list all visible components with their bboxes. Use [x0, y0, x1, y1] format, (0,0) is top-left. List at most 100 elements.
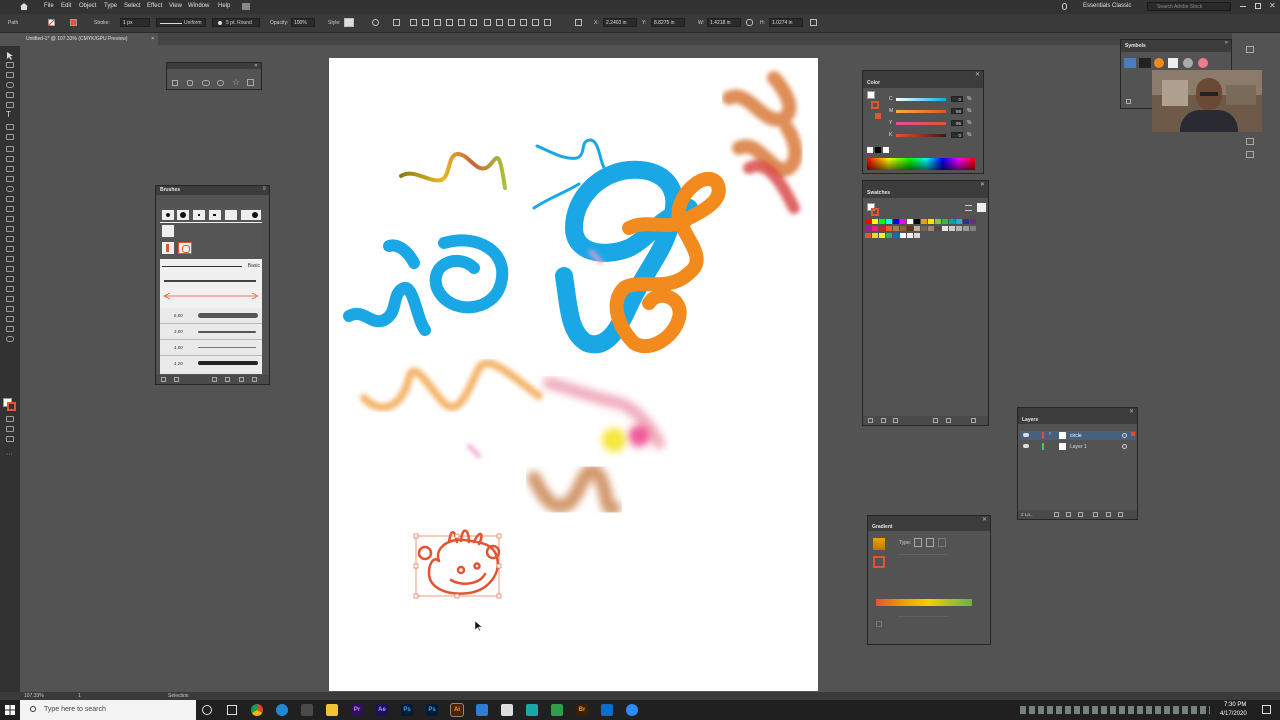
polygon-shape-icon[interactable] [217, 80, 224, 86]
shaper-tool-icon[interactable] [6, 156, 14, 162]
basic-brush-row[interactable]: Basic [160, 262, 262, 271]
layer1-visibility-icon[interactable] [1023, 444, 1029, 448]
direct-selection-tool-icon[interactable] [6, 62, 14, 68]
screen-mode-icon[interactable] [6, 436, 14, 442]
chrome-icon[interactable] [251, 704, 263, 716]
app-premiere-icon[interactable]: Pr [351, 704, 363, 716]
radial-gradient-button[interactable] [926, 538, 934, 547]
reference-point-icon[interactable] [575, 19, 582, 26]
arrow-brush-row[interactable] [160, 292, 262, 301]
zoom-tool-icon[interactable] [6, 336, 14, 342]
minimize-window-button[interactable] [1240, 6, 1246, 7]
pen-tool-icon[interactable] [6, 92, 14, 98]
bristle-brush-item-1[interactable]: 6.00 [160, 308, 262, 324]
color-mode-icon[interactable] [6, 416, 14, 422]
home-icon[interactable] [20, 3, 28, 10]
black-slider[interactable] [896, 134, 946, 137]
distribute-hcenter-icon[interactable] [532, 19, 539, 26]
selection-tool-icon[interactable] [6, 52, 14, 60]
brush-options-icon[interactable] [225, 377, 230, 382]
swap-fill-stroke-icon[interactable] [6, 346, 14, 352]
brush-libraries-icon[interactable] [161, 377, 166, 382]
swatches-grid[interactable] [865, 219, 977, 265]
drawing-mode-icon[interactable] [6, 426, 14, 432]
symbol-blue-banner[interactable] [1124, 58, 1136, 68]
swatch-chip[interactable] [935, 219, 941, 224]
perspective-grid-tool-icon[interactable] [6, 236, 14, 242]
artboard[interactable] [329, 58, 818, 691]
swatch-chip[interactable] [879, 219, 885, 224]
brushes-menu-icon[interactable]: ≡ [262, 186, 266, 192]
magic-wand-tool-icon[interactable] [6, 72, 14, 78]
swatch-chip[interactable] [942, 219, 948, 224]
edge-icon[interactable] [276, 704, 288, 716]
flare-shape-icon[interactable] [247, 79, 254, 86]
app-zoom-icon[interactable] [626, 704, 638, 716]
color-fill-stroke-swatches[interactable] [867, 91, 883, 119]
width-field[interactable]: 1.4218 in [707, 18, 741, 27]
delete-swatch-icon[interactable] [971, 418, 976, 423]
align-left-icon[interactable] [410, 19, 417, 26]
distribute-left-icon[interactable] [520, 19, 527, 26]
layer-name-layer1[interactable]: Layer 1 [1070, 444, 1087, 450]
color-menu-icon[interactable]: ✕ [975, 71, 980, 78]
show-swatch-kinds-icon[interactable] [881, 418, 886, 423]
app-mail-icon[interactable] [601, 704, 613, 716]
yellow-slider[interactable] [896, 122, 946, 125]
freeform-gradient-button[interactable] [938, 538, 946, 547]
graphic-style-picker[interactable] [344, 18, 354, 27]
app-after-effects-icon[interactable]: Ae [376, 704, 388, 716]
gradient-fill-stroke[interactable] [873, 556, 885, 568]
y-field[interactable]: 8.8275 in [651, 18, 685, 27]
distribute-right-icon[interactable] [544, 19, 551, 26]
swatch-chip[interactable] [907, 226, 913, 231]
x-field[interactable]: 2.2403 in [603, 18, 637, 27]
menu-type[interactable]: Type [104, 3, 117, 9]
app-blue-icon[interactable] [476, 704, 488, 716]
maximize-window-button[interactable] [1255, 3, 1261, 9]
yellow-value[interactable]: 95 [951, 120, 963, 126]
symbol-splat[interactable] [1139, 58, 1151, 68]
eraser-tool-icon[interactable] [6, 176, 14, 182]
menu-window[interactable]: Window [188, 3, 209, 9]
lasso-tool-icon[interactable] [6, 82, 14, 88]
column-graph-tool-icon[interactable] [6, 296, 14, 302]
color-spectrum[interactable] [867, 158, 975, 170]
new-brush-icon[interactable] [239, 377, 244, 382]
swatch-libraries-icon[interactable] [868, 418, 873, 423]
taskbar-search-box[interactable]: Type here to search [20, 700, 196, 720]
clipping-mask-icon[interactable] [1078, 512, 1083, 517]
rectangle-tool-icon[interactable] [6, 134, 14, 140]
swatch-chip[interactable] [914, 219, 920, 224]
paintbrush-tool-icon[interactable] [6, 146, 14, 152]
zoom-level[interactable]: 107.33% [24, 693, 44, 699]
rectangle-shape-icon[interactable] [172, 80, 178, 86]
swatch-chip[interactable] [872, 219, 878, 224]
swatch-chip[interactable] [928, 226, 934, 231]
swatch-chip[interactable] [921, 226, 927, 231]
blend-tool-icon[interactable] [6, 276, 14, 282]
arrange-documents-icon[interactable] [242, 3, 250, 10]
swatch-chip[interactable] [865, 219, 871, 224]
swatch-chip[interactable] [900, 233, 906, 238]
app-green-icon[interactable] [551, 704, 563, 716]
align-vcenter-icon[interactable] [458, 19, 465, 26]
swatch-chip[interactable] [963, 226, 969, 231]
line-tool-icon[interactable] [6, 124, 14, 130]
mesh-tool-icon[interactable] [6, 246, 14, 252]
swatch-chip[interactable] [872, 233, 878, 238]
swatch-chip[interactable] [893, 233, 899, 238]
notification-center-icon[interactable] [1262, 705, 1271, 714]
swatch-chip[interactable] [907, 233, 913, 238]
clock-time[interactable]: 7:30 PM [1224, 702, 1246, 708]
clock-date[interactable]: 4/17/2020 [1220, 711, 1247, 717]
app-photoshop-icon[interactable]: Ps [401, 704, 413, 716]
grid-view-icon[interactable] [977, 203, 986, 212]
charcoal-brush-row[interactable] [160, 278, 262, 284]
ellipse-shape-icon[interactable] [202, 80, 210, 86]
list-view-icon[interactable] [965, 205, 972, 211]
slice-tool-icon[interactable] [6, 316, 14, 322]
constrain-proportions-icon[interactable] [746, 19, 753, 26]
stock-search-input[interactable]: Search Adobe Stock [1147, 2, 1231, 11]
swatch-chip[interactable] [914, 226, 920, 231]
